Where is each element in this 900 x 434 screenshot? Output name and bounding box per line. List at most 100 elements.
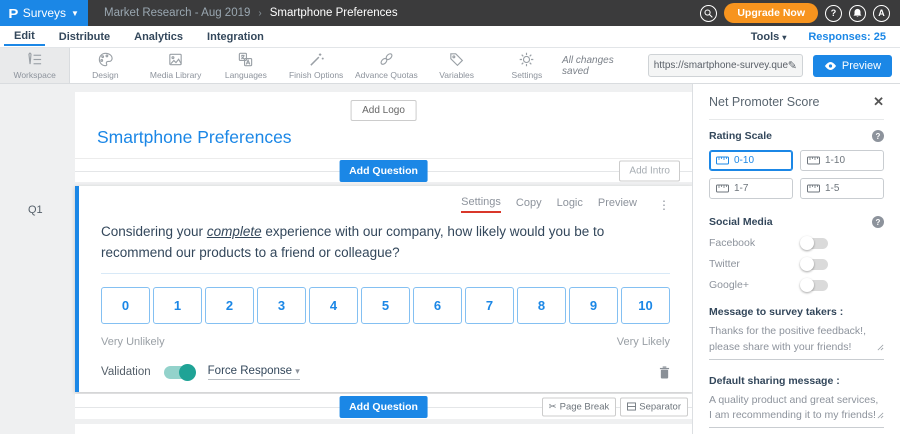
save-status: All changes saved — [562, 55, 638, 77]
nps-option-6[interactable]: 6 — [413, 287, 462, 324]
help-icon[interactable]: ? — [872, 130, 884, 142]
panel-title: Net Promoter Score — [709, 95, 819, 109]
search-icon — [704, 9, 713, 18]
toolbar-item-settings[interactable]: Settings — [492, 48, 562, 83]
message-to-takers-label: Message to survey takers : — [709, 306, 884, 318]
survey-title[interactable]: Smartphone Preferences — [97, 127, 292, 148]
nps-option-4[interactable]: 4 — [309, 287, 358, 324]
tab-copy[interactable]: Copy — [516, 197, 542, 212]
breadcrumb-parent[interactable]: Market Research - Aug 2019 — [104, 7, 250, 19]
breadcrumb: Market Research - Aug 2019 › Smartphone … — [104, 7, 398, 19]
toolbar-item-variables[interactable]: Variables — [422, 48, 492, 83]
app-logo-menu[interactable]: P Surveys ▼ — [0, 0, 88, 26]
nps-option-0[interactable]: 0 — [101, 287, 150, 324]
notifications-button[interactable] — [849, 5, 866, 22]
social-row-googleplus: Google+ — [709, 279, 884, 291]
nps-option-1[interactable]: 1 — [153, 287, 202, 324]
survey-header-card: Add Logo Smartphone Preferences — [75, 92, 692, 158]
divider — [709, 119, 884, 120]
chain-links-icon — [378, 51, 395, 68]
search-button[interactable] — [700, 5, 717, 22]
tag-icon — [448, 51, 465, 68]
nps-scale: 0 1 2 3 4 5 6 7 8 9 10 — [101, 287, 670, 324]
toolbar-item-languages[interactable]: Languages — [211, 48, 281, 83]
nps-right-label: Very Likely — [617, 336, 670, 348]
delete-question-button[interactable] — [659, 366, 670, 379]
topbar-actions: Upgrade Now ? A — [700, 3, 900, 23]
edit-url-pencil-icon[interactable]: ✎ — [788, 59, 797, 72]
nps-option-7[interactable]: 7 — [465, 287, 514, 324]
page-break-button[interactable]: ✂Page Break — [542, 397, 617, 416]
toolbar-item-advance-quotas[interactable]: Advance Quotas — [351, 48, 421, 83]
scale-option-1-10[interactable]: 1-10 — [800, 150, 884, 171]
scale-option-1-5[interactable]: 1-5 — [800, 178, 884, 199]
toolbar-right: All changes saved ✎ Preview — [562, 48, 900, 83]
nps-option-8[interactable]: 8 — [517, 287, 566, 324]
validation-label: Validation — [101, 366, 151, 378]
upgrade-now-button[interactable]: Upgrade Now — [724, 3, 818, 23]
toolbar-item-design[interactable]: Design — [70, 48, 140, 83]
scale-icon — [716, 156, 729, 165]
survey-url-box: ✎ — [648, 54, 803, 77]
scale-option-0-10[interactable]: 0-10 — [709, 150, 793, 171]
googleplus-toggle[interactable] — [801, 280, 828, 291]
toolbar-item-finish-options[interactable]: Finish Options — [281, 48, 351, 83]
workspace-icon — [26, 51, 43, 68]
help-button[interactable]: ? — [825, 5, 842, 22]
topbar: P Surveys ▼ Market Research - Aug 2019 ›… — [0, 0, 900, 26]
add-question-row-bottom: Add Question ✂Page Break Separator — [75, 394, 692, 419]
menu-item-edit[interactable]: Edit — [4, 27, 45, 46]
facebook-toggle[interactable] — [801, 238, 828, 249]
more-options-icon[interactable]: ⋮ — [658, 198, 670, 212]
question-text-editor[interactable]: Considering your complete experience wit… — [101, 222, 670, 274]
nps-option-2[interactable]: 2 — [205, 287, 254, 324]
tools-dropdown[interactable]: Tools ▾ — [751, 31, 787, 43]
next-section-card — [75, 424, 692, 434]
nps-option-5[interactable]: 5 — [361, 287, 410, 324]
resize-handle-icon[interactable] — [877, 341, 884, 357]
logo-text: Surveys — [23, 6, 66, 20]
default-sharing-textarea[interactable]: A quality product and great services, I … — [709, 393, 884, 429]
resize-handle-icon[interactable] — [877, 409, 884, 425]
add-question-button-top[interactable]: Add Question — [339, 160, 428, 182]
message-to-takers-textarea[interactable]: Thanks for the positive feedback!, pleas… — [709, 324, 884, 360]
preview-button[interactable]: Preview — [813, 55, 892, 77]
menu-item-distribute[interactable]: Distribute — [49, 28, 120, 45]
add-logo-button[interactable]: Add Logo — [350, 100, 417, 121]
nps-option-10[interactable]: 10 — [621, 287, 670, 324]
scale-option-1-7[interactable]: 1-7 — [709, 178, 793, 199]
magic-wand-icon — [308, 51, 325, 68]
eye-icon — [824, 62, 837, 70]
image-icon — [167, 51, 184, 68]
separator-button[interactable]: Separator — [620, 397, 688, 416]
question-tabs: Settings Copy Logic Preview ⋮ — [101, 196, 670, 213]
question-settings-panel: Net Promoter Score ✕ Rating Scale ? 0-10… — [692, 84, 900, 434]
nps-option-3[interactable]: 3 — [257, 287, 306, 324]
breadcrumb-current: Smartphone Preferences — [270, 7, 398, 19]
tab-logic[interactable]: Logic — [557, 197, 583, 212]
nps-left-label: Very Unlikely — [101, 336, 165, 348]
scale-icon — [807, 156, 820, 165]
survey-url-input[interactable] — [654, 60, 788, 71]
menu-item-analytics[interactable]: Analytics — [124, 28, 193, 45]
toolbar-item-workspace[interactable]: Workspace — [0, 48, 70, 83]
separator-icon — [627, 403, 636, 411]
twitter-toggle[interactable] — [801, 259, 828, 270]
add-question-button-bottom[interactable]: Add Question — [339, 396, 428, 418]
tab-preview[interactable]: Preview — [598, 197, 637, 212]
nps-option-9[interactable]: 9 — [569, 287, 618, 324]
help-icon[interactable]: ? — [872, 216, 884, 228]
close-icon[interactable]: ✕ — [873, 94, 884, 110]
toolbar-item-media-library[interactable]: Media Library — [141, 48, 211, 83]
menu-item-integration[interactable]: Integration — [197, 28, 274, 45]
validation-toggle[interactable] — [164, 366, 195, 379]
validation-type-dropdown[interactable]: Force Response ▾ — [208, 365, 300, 380]
tab-settings[interactable]: Settings — [461, 196, 501, 213]
toolbar: Workspace Design Media Library Languages… — [0, 48, 900, 84]
add-intro-button[interactable]: Add Intro — [619, 160, 680, 181]
avatar[interactable]: A — [873, 5, 890, 22]
nps-anchor-labels: Very Unlikely Very Likely — [101, 336, 670, 348]
scissors-icon: ✂ — [549, 401, 557, 412]
responses-link[interactable]: Responses: 25 — [808, 31, 886, 43]
social-row-twitter: Twitter — [709, 258, 884, 270]
